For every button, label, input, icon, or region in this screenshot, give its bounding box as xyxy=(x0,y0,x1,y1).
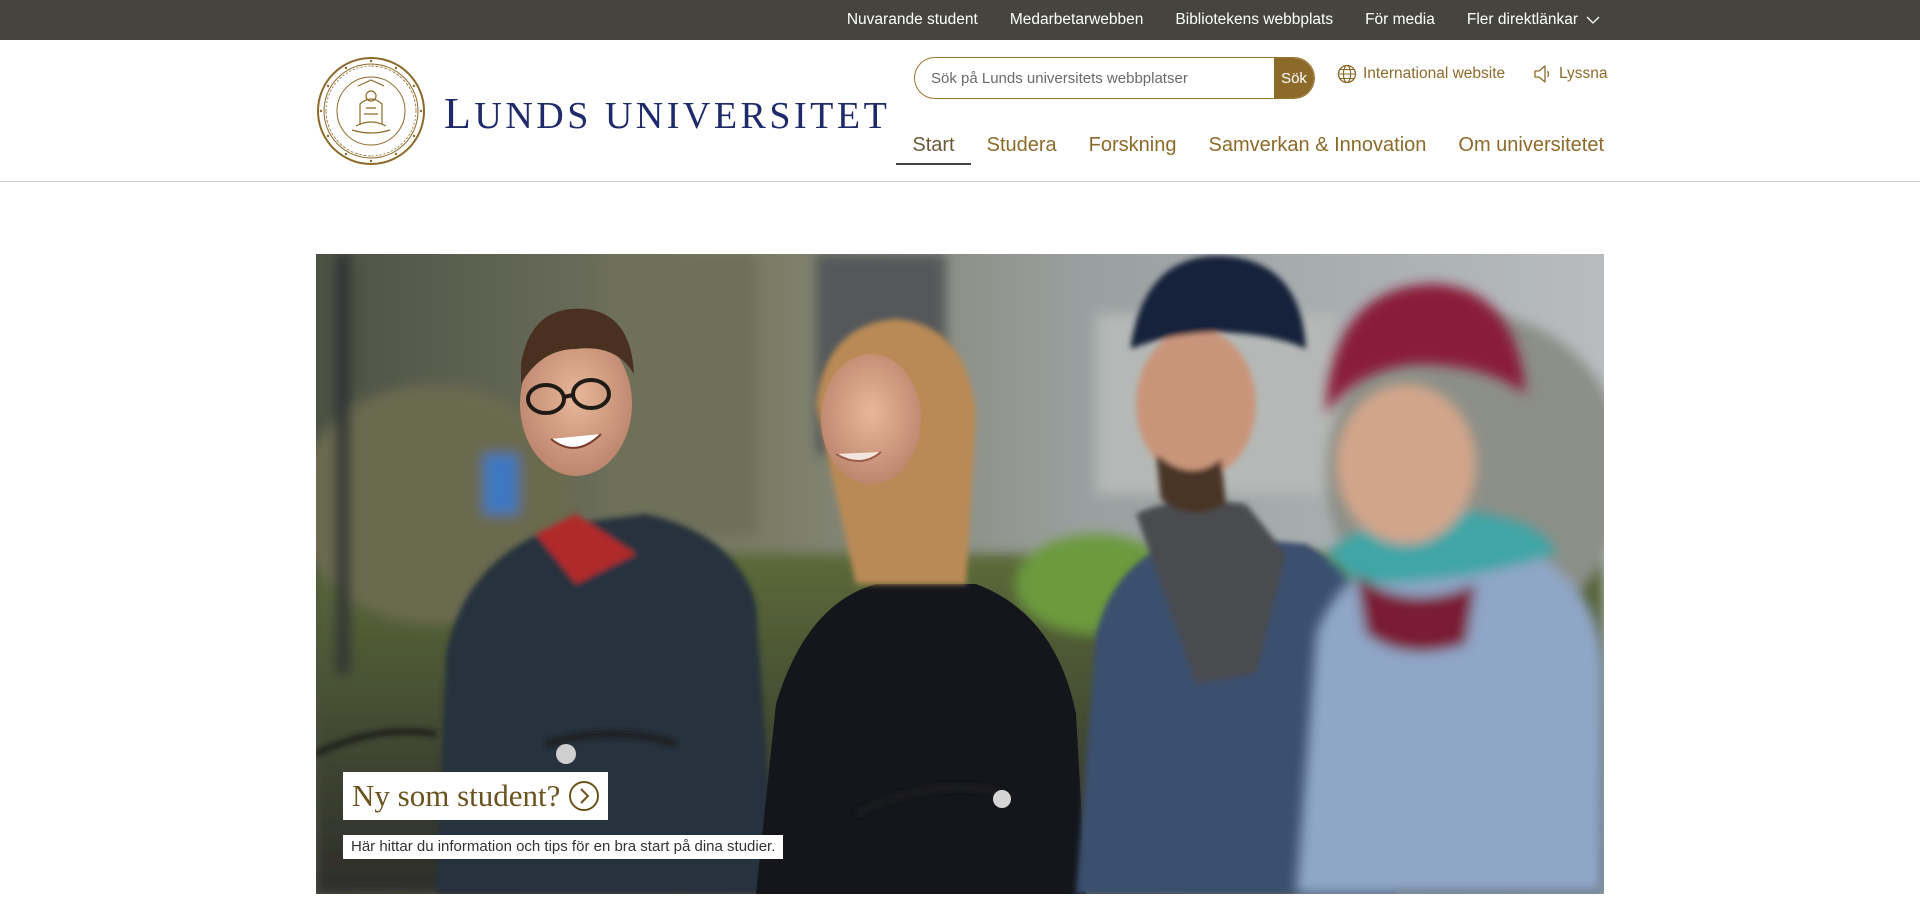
link-for-media[interactable]: För media xyxy=(1365,11,1435,29)
hero-title-link[interactable]: Ny som student? xyxy=(343,772,609,820)
site-header: LUNDS UNIVERSITET Sök International webs… xyxy=(0,40,1920,182)
search-button[interactable]: Sök xyxy=(1274,58,1314,98)
link-bibliotekens-webbplats[interactable]: Bibliotekens webbplats xyxy=(1175,11,1333,29)
nav-item-om-universitetet[interactable]: Om universitetet xyxy=(1442,127,1604,165)
nav-item-start[interactable]: Start xyxy=(896,127,971,165)
link-label: Medarbetarwebben xyxy=(1009,11,1144,28)
university-wordmark[interactable]: LUNDS UNIVERSITET xyxy=(444,88,890,139)
hero-subtitle: Här hittar du information och tips för e… xyxy=(351,838,776,855)
nav-item-samverkan-innovation[interactable]: Samverkan & Innovation xyxy=(1192,127,1442,165)
wordmark-rest: UNDS UNIVERSITET xyxy=(474,95,891,137)
globe-icon xyxy=(1337,64,1357,84)
university-seal-icon[interactable] xyxy=(316,56,426,166)
nav-item-studera[interactable]: Studera xyxy=(971,127,1073,165)
link-medarbetarwebben[interactable]: Medarbetarwebben xyxy=(1010,11,1144,29)
link-nuvarande-student[interactable]: Nuvarande student xyxy=(847,11,978,29)
link-label: Fler direktlänkar xyxy=(1466,11,1578,28)
more-links-dropdown[interactable]: Fler direktlänkar xyxy=(1467,11,1600,29)
main-navigation: Start Studera Forskning Samverkan & Inno… xyxy=(896,127,1604,167)
listen-label: Lyssna xyxy=(1559,65,1608,82)
quick-links: Nuvarande student Medarbetarwebben Bibli… xyxy=(847,0,1600,40)
search-input[interactable] xyxy=(915,58,1274,98)
link-label: För media xyxy=(1365,11,1435,28)
hero-banner[interactable]: Ny som student? Här hittar du informatio… xyxy=(316,254,1604,894)
circle-arrow-right-icon xyxy=(569,781,600,811)
speaker-icon xyxy=(1534,65,1550,83)
hero-subtitle-box: Här hittar du information och tips för e… xyxy=(343,835,784,859)
wordmark-initial: L xyxy=(444,89,475,138)
nav-item-forskning[interactable]: Forskning xyxy=(1073,127,1193,165)
link-label: Nuvarande student xyxy=(846,11,978,28)
international-website-link[interactable]: International website xyxy=(1337,64,1505,84)
chevron-down-icon xyxy=(1586,16,1600,24)
link-label: Bibliotekens webbplats xyxy=(1175,11,1334,28)
search-form: Sök xyxy=(914,57,1315,99)
international-label: International website xyxy=(1363,65,1506,82)
hero-title: Ny som student? xyxy=(352,778,561,813)
top-utility-bar: Nuvarande student Medarbetarwebben Bibli… xyxy=(0,0,1920,40)
listen-button[interactable]: Lyssna xyxy=(1533,64,1608,84)
